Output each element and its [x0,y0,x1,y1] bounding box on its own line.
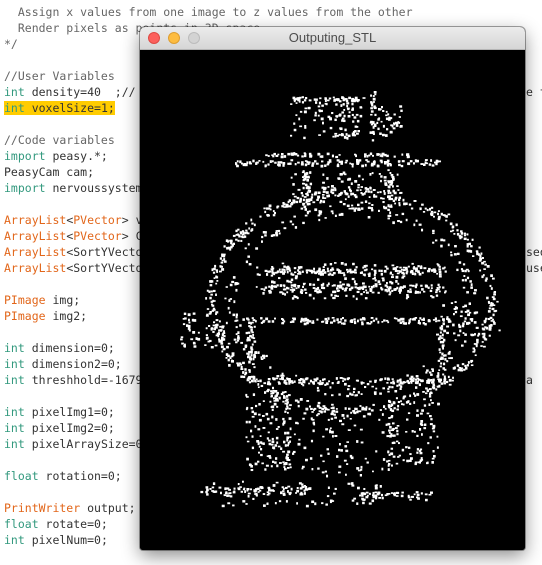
code-line[interactable]: import peasy.*; [4,148,108,164]
code-token: //Code variables [4,133,115,147]
code-line[interactable]: int pixelImg1=0; [4,404,115,420]
code-line[interactable]: PrintWriter output; [4,500,136,516]
code-token: threshhold=-1679 [24,373,143,387]
highlighted-selection: int voxelSize=1; [4,101,115,115]
code-token: float [4,517,39,531]
code-line[interactable]: int dimension2=0; [4,356,122,372]
code-token: density=40 ;// [24,85,136,99]
code-line[interactable]: import nervoussystem [4,180,142,196]
code-token: dimension2=0; [24,357,122,371]
code-line[interactable]: */ [4,36,18,52]
code-token: */ [4,37,18,51]
code-token: float [4,469,39,483]
code-line[interactable]: PImage img2; [4,308,87,324]
code-token: import [4,149,46,163]
code-token: int [4,357,25,371]
code-token: ArrayList [4,261,67,275]
code-token: voxelSize=1; [24,101,115,115]
code-line[interactable]: ArrayList<PVector> v [4,212,143,228]
code-token: int [4,373,25,387]
code-token: pixelArraySize=0 [24,437,143,451]
code-line[interactable]: PImage img; [4,292,80,308]
code-line[interactable]: int voxelSize=1; [4,100,115,116]
code-line[interactable]: float rotate=0; [4,516,108,532]
code-token: rotation=0; [38,469,122,483]
code-token: pixelImg2=0; [24,421,115,435]
code-token: int [4,405,25,419]
code-token: Assign x values from one image to z valu… [4,5,413,19]
code-line[interactable]: int pixelNum=0; [4,532,108,548]
code-token: int [4,437,25,451]
code-line[interactable]: ArrayList<SortYVecto [4,260,142,276]
code-token: ArrayList [4,229,67,243]
code-token: ArrayList [4,213,67,227]
code-token: dimension=0; [24,341,115,355]
window-titlebar[interactable]: Outputing_STL [140,27,525,50]
code-line[interactable]: int density=40 ;// [4,84,136,100]
code-line-fragment: e t [526,85,542,99]
code-line[interactable]: int pixelArraySize=0 [4,436,142,452]
code-token: nervoussystem [45,181,143,195]
code-line[interactable]: int pixelImg2=0; [4,420,115,436]
code-line[interactable]: //Code variables [4,132,115,148]
sketch-canvas[interactable] [140,50,525,550]
code-line-fragment: use [526,261,542,275]
code-line[interactable]: //User Variables [4,68,115,84]
code-line[interactable]: int threshhold=-1679 [4,372,142,388]
code-token: peasy.*; [45,149,108,163]
code-line[interactable]: Assign x values from one image to z valu… [4,4,413,20]
code-token: PImage [4,309,46,323]
point-cloud-render [180,91,501,508]
code-token: PVector [73,229,122,243]
code-token: int [4,341,25,355]
code-token: output; [80,501,136,515]
code-line[interactable]: PeasyCam cam; [4,164,94,180]
code-line[interactable]: ArrayList<SortYVecto [4,244,142,260]
code-token: pixelImg1=0; [24,405,115,419]
code-line[interactable]: float rotation=0; [4,468,122,484]
code-line[interactable]: int dimension=0; [4,340,115,356]
code-token: PVector [73,213,122,227]
code-token: ArrayList [4,245,67,259]
code-token: PeasyCam cam; [4,165,95,179]
point-cloud [180,91,501,508]
code-line[interactable]: ArrayList<PVector> C [4,228,143,244]
code-token: PrintWriter [4,501,81,515]
code-line-fragment: sed [526,245,542,259]
code-token: int [4,85,25,99]
code-token: PImage [4,293,46,307]
code-token: img; [45,293,81,307]
code-token: int [4,533,25,547]
code-token: int [4,421,25,435]
code-token: import [4,181,46,195]
code-token: int [4,101,25,115]
code-token: pixelNum=0; [24,533,108,547]
code-token: <SortYVecto [66,261,143,275]
code-line-fragment: a [526,373,533,387]
code-token: rotate=0; [38,517,108,531]
window-title: Outputing_STL [288,30,377,45]
code-token: //User Variables [4,69,115,83]
sketch-window[interactable]: Outputing_STL [140,27,525,550]
code-token: img2; [45,309,88,323]
code-token: <SortYVecto [66,245,143,259]
